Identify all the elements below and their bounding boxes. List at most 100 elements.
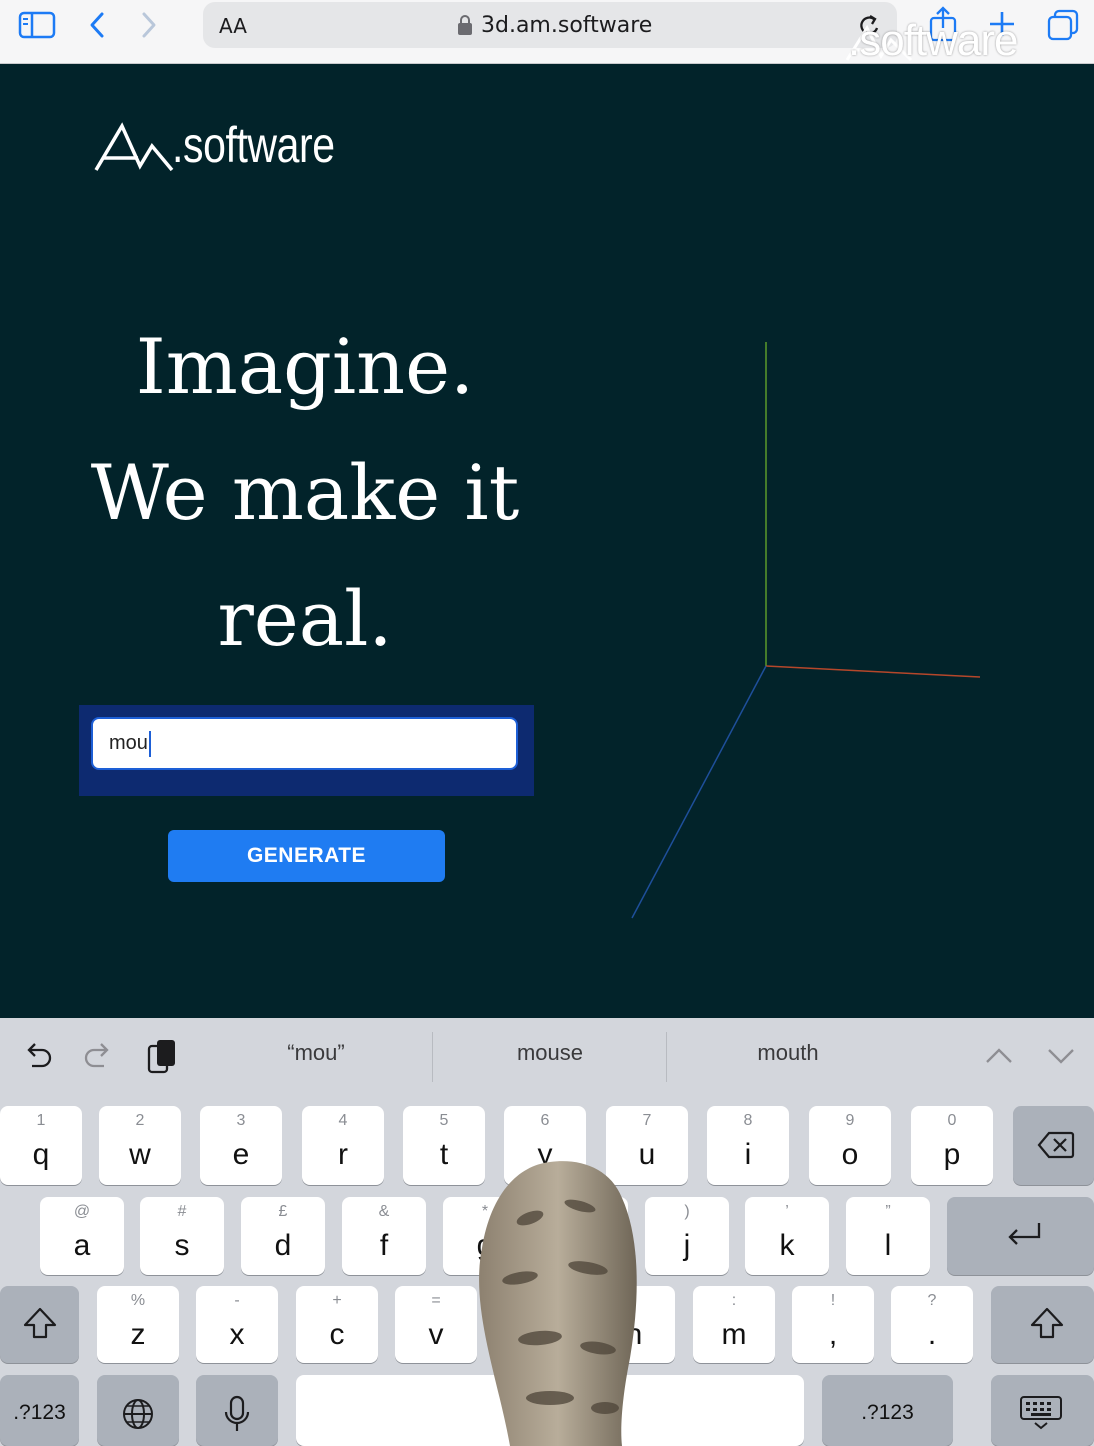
key-l[interactable]: ” l [846, 1197, 930, 1275]
key-letter: j [683, 1229, 691, 1262]
numbers-key-label: .?123 [861, 1401, 914, 1424]
key-hint: % [130, 1292, 146, 1309]
back-icon[interactable] [86, 10, 108, 45]
hero-line-3: real. [217, 574, 393, 663]
key-letter: e [232, 1138, 250, 1171]
key-letter: v [428, 1318, 444, 1351]
key-z[interactable]: % z [97, 1286, 179, 1363]
key-j[interactable]: ) j [645, 1197, 729, 1275]
suggestion-divider [432, 1032, 433, 1082]
key-hint: 0 [947, 1112, 957, 1129]
browser-toolbar: AA 3d.am.software .software [0, 0, 1094, 65]
key-comma[interactable]: !, [792, 1286, 874, 1363]
key-hint: + [332, 1292, 342, 1309]
suggestion-divider [666, 1032, 667, 1082]
key-period[interactable]: ?. [891, 1286, 973, 1363]
key-w[interactable]: 2w [99, 1106, 181, 1185]
undo-icon[interactable] [20, 1040, 54, 1079]
key-hint: £ [278, 1203, 288, 1220]
key-hint: & [378, 1203, 390, 1220]
key-o[interactable]: 9o [809, 1106, 891, 1185]
dictation-key[interactable] [196, 1375, 278, 1446]
3d-axes-viewport[interactable] [620, 334, 1000, 924]
key-hint: ” [885, 1203, 891, 1220]
key-d[interactable]: £ d [241, 1197, 325, 1275]
key-hint: 4 [338, 1112, 348, 1129]
key-x[interactable]: -x [196, 1286, 278, 1363]
shift-icon [23, 1307, 57, 1339]
shift-key-left[interactable] [0, 1286, 79, 1363]
key-letter: p [943, 1138, 961, 1171]
key-letter: k [779, 1229, 795, 1262]
numbers-key-left[interactable]: .?123 [0, 1375, 79, 1446]
previous-field-icon[interactable] [984, 1044, 1014, 1073]
paste-icon[interactable] [146, 1038, 178, 1081]
next-field-icon[interactable] [1046, 1044, 1076, 1073]
key-a[interactable]: @ a [40, 1197, 124, 1275]
key-q[interactable]: 1q [0, 1106, 82, 1185]
key-letter: a [73, 1229, 91, 1262]
key-letter: s [174, 1229, 190, 1262]
text-caret [148, 730, 151, 757]
key-letter: f [379, 1229, 389, 1262]
key-letter: m [721, 1318, 747, 1351]
logo-text: .software [172, 117, 335, 173]
key-hint: 7 [642, 1112, 652, 1129]
key-p[interactable]: 0p [911, 1106, 993, 1185]
key-hint: 9 [845, 1112, 855, 1129]
shift-key-right[interactable] [991, 1286, 1094, 1363]
hero-line-1: Imagine. [135, 322, 475, 411]
suggestion-mouse[interactable]: mouse [470, 1040, 630, 1066]
redo-icon[interactable] [82, 1040, 116, 1079]
suggestion-mouth[interactable]: mouth [708, 1040, 868, 1066]
key-letter: , [828, 1318, 838, 1351]
globe-key[interactable] [97, 1375, 179, 1446]
x-axis-line [765, 665, 981, 678]
key-hint: : [731, 1292, 737, 1309]
key-hint: = [431, 1292, 441, 1309]
backspace-icon [1037, 1131, 1075, 1159]
key-e[interactable]: 3e [200, 1106, 282, 1185]
tabs-overview-icon[interactable] [1046, 8, 1080, 47]
key-hint: ? [927, 1292, 937, 1309]
return-key[interactable] [947, 1197, 1094, 1275]
prompt-input-value: mou [109, 732, 148, 754]
text-size-button[interactable]: AA [219, 14, 247, 38]
key-letter: z [130, 1318, 146, 1351]
key-v[interactable]: = v [395, 1286, 477, 1363]
key-c[interactable]: + c [296, 1286, 378, 1363]
key-letter: i [744, 1138, 752, 1171]
dismiss-keyboard-key[interactable] [991, 1375, 1094, 1446]
key-letter: c [329, 1318, 345, 1351]
site-logo[interactable]: .software [94, 117, 335, 177]
numbers-key-label: .?123 [13, 1401, 66, 1424]
key-m[interactable]: :m [693, 1286, 775, 1363]
key-hint: ’ [785, 1203, 789, 1220]
forward-icon[interactable] [138, 10, 160, 45]
logo-mark-icon [94, 122, 174, 172]
key-i[interactable]: 8i [707, 1106, 789, 1185]
numbers-key-right[interactable]: .?123 [822, 1375, 953, 1446]
web-page: .software Imagine. We make it real. mou … [0, 64, 1094, 1018]
key-hint: 3 [236, 1112, 246, 1129]
watermark-text: .software [848, 16, 1019, 65]
key-k[interactable]: ’ k [745, 1197, 829, 1275]
key-s[interactable]: # s [140, 1197, 224, 1275]
key-letter: w [129, 1138, 151, 1171]
key-letter: . [927, 1318, 937, 1351]
key-r[interactable]: 4r [302, 1106, 384, 1185]
key-hint: 6 [540, 1112, 550, 1129]
generate-button[interactable]: GENERATE [168, 830, 445, 882]
url-text: 3d.am.software [481, 13, 653, 38]
address-bar[interactable]: AA 3d.am.software [203, 2, 897, 48]
key-letter: q [32, 1138, 50, 1171]
key-letter: d [274, 1229, 292, 1262]
key-hint: ! [830, 1292, 836, 1309]
delete-key[interactable] [1013, 1106, 1094, 1185]
sidebar-icon[interactable] [18, 10, 56, 45]
prompt-input[interactable]: mou [91, 717, 518, 770]
suggestion-typed[interactable]: “mou” [236, 1040, 396, 1066]
key-f[interactable]: & f [342, 1197, 426, 1275]
return-icon [1008, 1223, 1041, 1245]
z-axis-line [631, 665, 767, 919]
